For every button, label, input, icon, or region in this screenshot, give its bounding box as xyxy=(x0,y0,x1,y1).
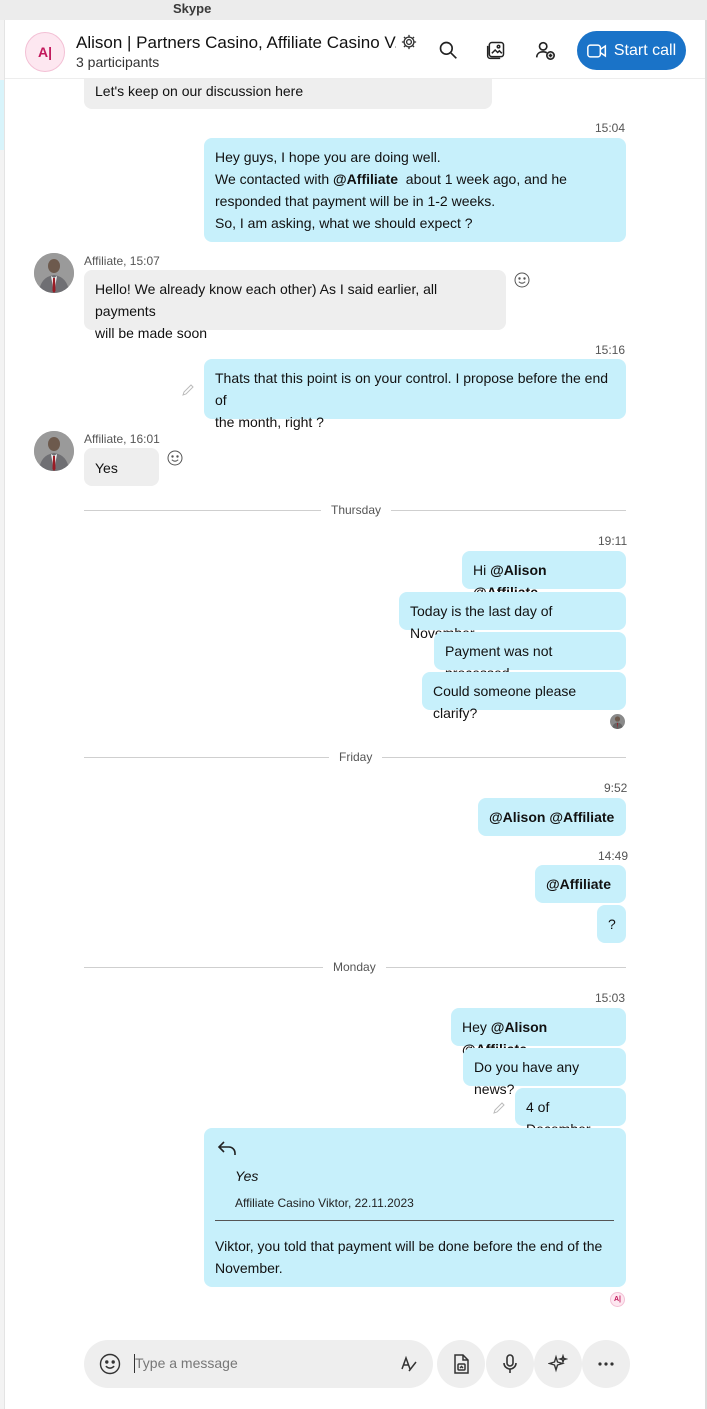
message-line: the month, right ? xyxy=(215,414,324,430)
message-bubble[interactable]: Hello! We already know each other) As I … xyxy=(84,270,506,341)
message-bubble[interactable]: Today is the last day of November. xyxy=(399,592,626,641)
message-composer[interactable]: Type a message xyxy=(84,1340,433,1388)
sidebar-selection-accent xyxy=(0,80,4,150)
group-avatar[interactable]: A| xyxy=(25,32,65,72)
day-label: Friday xyxy=(329,750,383,764)
read-receipt-avatar xyxy=(610,714,625,729)
pencil-icon xyxy=(492,1101,506,1115)
file-button[interactable] xyxy=(437,1340,485,1388)
message-text: Could someone please clarify? xyxy=(433,683,577,721)
message-text: ? xyxy=(608,916,616,932)
emoji-icon[interactable] xyxy=(99,1353,121,1380)
avatar[interactable] xyxy=(34,431,74,471)
read-receipt-avatar: A| xyxy=(610,1292,625,1307)
message-time: 19:11 xyxy=(598,534,628,548)
message-time: 14:49 xyxy=(598,849,629,863)
file-icon xyxy=(452,1354,470,1374)
voice-button[interactable] xyxy=(486,1340,534,1388)
message-text: Yes xyxy=(95,460,118,476)
mention[interactable]: @Affiliate xyxy=(333,171,398,187)
message-bubble[interactable]: ? xyxy=(597,905,626,943)
start-call-button[interactable]: Start call xyxy=(577,31,686,70)
pencil-icon xyxy=(181,383,195,397)
message-bubble[interactable]: Thats that this point is on your control… xyxy=(204,359,626,430)
gear-icon[interactable] xyxy=(396,29,422,55)
app-title: Skype xyxy=(173,1,212,16)
conversation-header: A| Alison | Partners Casino, Affiliate C… xyxy=(5,20,705,79)
message-bubble[interactable]: @Alison @Affiliate xyxy=(478,798,626,836)
message-line: Hey guys, I hope you are doing well. xyxy=(215,149,441,165)
message-list[interactable]: Let's keep on our discussion here 15:04 … xyxy=(5,79,705,1329)
add-person-icon[interactable] xyxy=(532,37,558,63)
avatar[interactable] xyxy=(34,253,74,293)
message-line: will be made soon xyxy=(95,325,208,341)
message-time: 15:16 xyxy=(595,343,626,357)
message-bubble[interactable]: Could someone please clarify? xyxy=(422,672,626,721)
message-line: responded that payment will be in 1-2 we… xyxy=(215,193,496,209)
message-time: 9:52 xyxy=(604,781,628,795)
gallery-icon[interactable] xyxy=(483,37,509,63)
message-bubble[interactable]: Hi @Alison @Affiliate xyxy=(462,551,626,600)
more-icon xyxy=(598,1362,614,1366)
message-line: So, I am asking, what we should expect ? xyxy=(215,215,473,231)
ai-button[interactable] xyxy=(534,1340,582,1388)
message-bubble[interactable]: 4 of December xyxy=(515,1088,626,1137)
sparkle-icon xyxy=(548,1354,568,1374)
emoji-icon[interactable] xyxy=(167,450,183,466)
participants-count[interactable]: 3 participants xyxy=(76,54,159,70)
message-bubble[interactable]: Yes Affiliate Casino Viktor, 22.11.2023 … xyxy=(204,1128,626,1287)
message-line: Viktor, you told that payment will be do… xyxy=(215,1238,603,1254)
message-bubble[interactable]: Hey guys, I hope you are doing well. We … xyxy=(204,138,626,242)
day-label: Thursday xyxy=(321,503,392,517)
message-sender-time: Affiliate, 15:07 xyxy=(84,254,160,268)
video-icon xyxy=(586,43,607,59)
mention[interactable]: @Affiliate xyxy=(546,876,611,892)
message-sender-time: Affiliate, 16:01 xyxy=(84,432,160,446)
message-bubble[interactable]: @Affiliate xyxy=(535,865,626,903)
message-text: Let's keep on our discussion here xyxy=(95,83,304,99)
message-bubble[interactable]: Let's keep on our discussion here xyxy=(84,79,492,109)
emoji-icon[interactable] xyxy=(514,272,530,288)
message-line: November. xyxy=(215,1260,283,1276)
quote-author: Affiliate Casino Viktor, 22.11.2023 xyxy=(235,1196,414,1210)
message-text: Hey xyxy=(462,1019,491,1035)
message-time: 15:03 xyxy=(595,991,626,1005)
message-bubble[interactable]: Do you have any news? xyxy=(463,1048,626,1097)
mention[interactable]: @Alison @Affiliate xyxy=(489,809,614,825)
message-text: We contacted with xyxy=(215,171,334,187)
day-label: Monday xyxy=(323,960,386,974)
search-icon[interactable] xyxy=(435,37,461,63)
microphone-icon xyxy=(502,1354,518,1374)
message-bubble[interactable]: Yes xyxy=(84,448,159,486)
message-text: Hi xyxy=(473,562,491,578)
quote-divider xyxy=(215,1220,614,1221)
message-line: We contacted with @Affiliate about 1 wee… xyxy=(215,168,615,190)
start-call-label: Start call xyxy=(613,41,677,59)
window-titlebar: Skype xyxy=(0,0,707,21)
message-text: about 1 week ago, and he xyxy=(398,171,567,187)
message-time: 15:04 xyxy=(595,121,626,135)
message-bubble[interactable]: Hey @Alison @Affiliate xyxy=(451,1008,626,1057)
more-button[interactable] xyxy=(582,1340,630,1388)
message-line: Hello! We already know each other) As I … xyxy=(95,281,438,319)
reply-arrow-icon xyxy=(217,1140,237,1162)
spellcheck-icon[interactable] xyxy=(400,1355,418,1378)
message-body: Viktor, you told that payment will be do… xyxy=(215,1235,615,1279)
message-input[interactable]: Type a message xyxy=(135,1355,238,1371)
quote-text: Yes xyxy=(235,1168,259,1184)
message-bubble[interactable]: Payment was not processed. xyxy=(434,632,626,681)
conversation-title[interactable]: Alison | Partners Casino, Affiliate Casi… xyxy=(76,33,396,53)
message-line: Thats that this point is on your control… xyxy=(215,370,609,408)
